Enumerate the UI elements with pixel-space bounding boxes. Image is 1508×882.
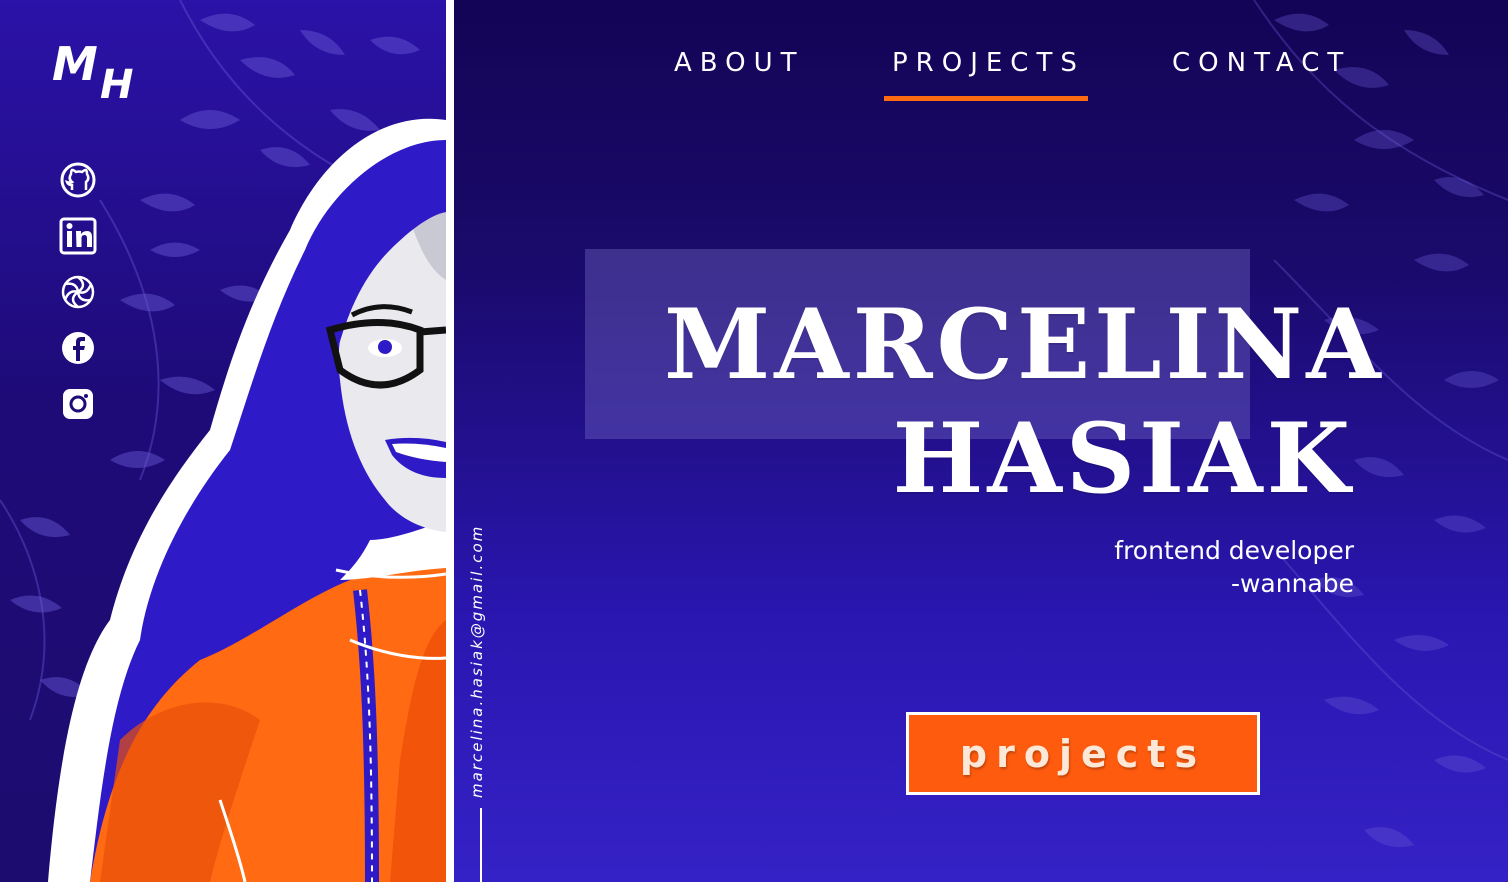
projects-button[interactable]: projects [906, 712, 1260, 795]
nav-contact[interactable]: CONTACT [1172, 48, 1351, 78]
subtitle-line-2: -wannabe [1230, 569, 1354, 598]
hero-title: MARCELINA HASIAK [664, 288, 1385, 516]
logo-mh[interactable]: M H [50, 30, 150, 110]
nav-active-indicator [884, 96, 1088, 101]
subtitle-line-1: frontend developer [1114, 536, 1354, 565]
portrait-illustration [48, 118, 446, 882]
projects-button-label: projects [959, 731, 1207, 776]
nav-about[interactable]: ABOUT [674, 48, 805, 78]
hero-first-name: MARCELINA [664, 288, 1385, 401]
nav-projects[interactable]: PROJECTS [892, 48, 1085, 78]
main-nav: ABOUT PROJECTS CONTACT [674, 48, 1394, 108]
email-link-container: marcelina.hasiak@gmail.com [468, 508, 488, 798]
panel-divider [446, 0, 454, 882]
hero-subtitle: frontend developer -wannabe [954, 534, 1354, 600]
email-divider-line [480, 808, 482, 882]
hero-last-name: HASIAK [892, 402, 1354, 515]
svg-text:M: M [52, 37, 98, 91]
left-panel: M H [0, 0, 446, 882]
right-panel: ABOUT PROJECTS CONTACT marcelina.hasiak@… [454, 0, 1508, 882]
email-link[interactable]: marcelina.hasiak@gmail.com [468, 508, 486, 798]
